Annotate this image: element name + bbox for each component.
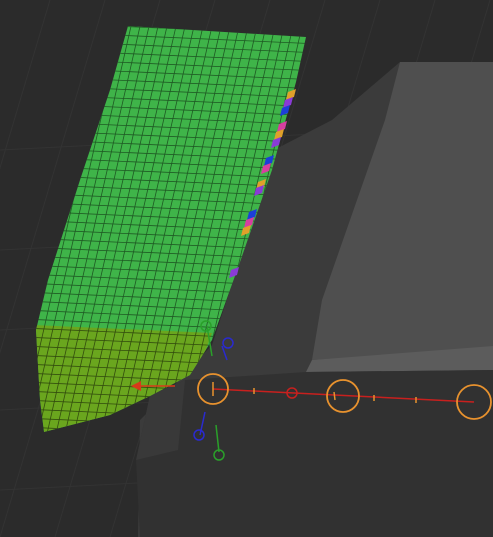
- block-front-face: [136, 370, 493, 537]
- mid-ring-tick: [333, 391, 336, 401]
- 3d-viewport[interactable]: [0, 0, 493, 537]
